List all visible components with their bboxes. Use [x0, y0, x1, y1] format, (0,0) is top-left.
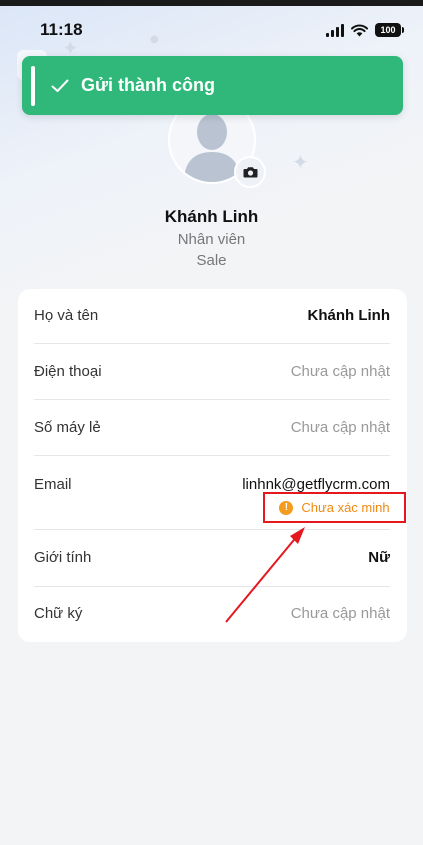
- unverified-label: Chưa xác minh: [301, 500, 390, 515]
- field-row-gender[interactable]: Giới tính Nữ: [34, 549, 390, 587]
- field-label: Giới tính: [34, 549, 92, 566]
- success-toast: Gửi thành công: [22, 56, 403, 115]
- camera-icon: [243, 167, 257, 178]
- sparkle-decoration: ✦: [292, 150, 309, 174]
- field-value: Nữ: [368, 549, 390, 566]
- profile-name: Khánh Linh: [164, 207, 259, 226]
- wifi-icon: [351, 24, 368, 36]
- field-row-phone[interactable]: Điện thoại Chưa cập nhật: [34, 363, 390, 400]
- info-icon: !: [279, 500, 294, 515]
- field-label: Chữ ký: [34, 605, 83, 622]
- field-value: Chưa cập nhật: [290, 605, 390, 622]
- field-row-full-name[interactable]: Họ và tên Khánh Linh: [34, 307, 390, 344]
- field-value: Khánh Linh: [307, 307, 391, 324]
- status-time: 11:18: [40, 20, 83, 39]
- field-label: Họ và tên: [34, 307, 99, 324]
- status-bar: 11:18 100: [0, 16, 423, 44]
- check-icon: [51, 79, 69, 93]
- field-row-signature[interactable]: Chữ ký Chưa cập nhật: [34, 605, 390, 635]
- toast-accent-bar: [31, 65, 35, 106]
- profile-department: Sale: [196, 252, 227, 269]
- profile-role: Nhân viên: [177, 231, 246, 248]
- toast-message: Gửi thành công: [81, 75, 216, 95]
- profile-info-card: Họ và tên Khánh Linh Điện thoại Chưa cập…: [18, 289, 407, 642]
- field-label: Số máy lẻ: [34, 419, 101, 436]
- field-label: Điện thoại: [34, 363, 102, 380]
- signal-icon: [326, 23, 344, 37]
- field-value: Chưa cập nhật: [290, 363, 390, 380]
- field-label: Email: [34, 476, 72, 493]
- field-value: Chưa cập nhật: [290, 419, 390, 436]
- change-avatar-button[interactable]: [234, 156, 266, 188]
- battery-icon: 100: [375, 23, 404, 37]
- field-row-extension[interactable]: Số máy lẻ Chưa cập nhật: [34, 419, 390, 456]
- email-unverified-badge[interactable]: ! Chưa xác minh: [263, 492, 406, 523]
- field-value: linhnk@getflycrm.com: [242, 476, 390, 493]
